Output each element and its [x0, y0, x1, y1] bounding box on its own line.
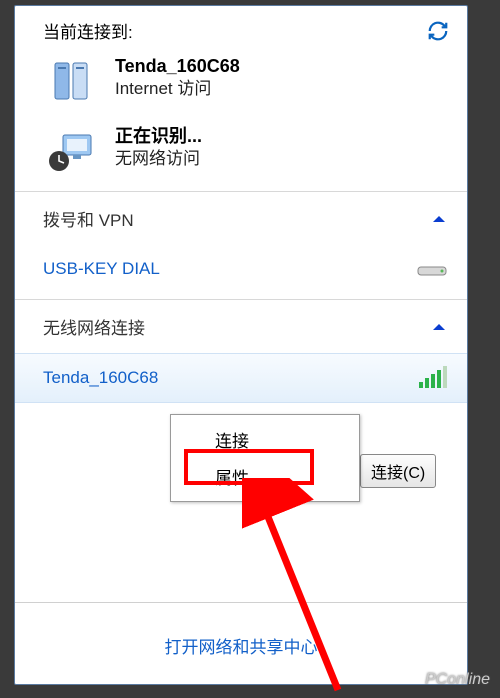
section-vpn[interactable]: 拨号和 VPN	[15, 192, 467, 245]
connection-status: Internet 访问	[115, 78, 240, 100]
ctx-item-properties[interactable]: 属性	[175, 458, 355, 495]
header: 当前连接到:	[15, 6, 467, 45]
chevron-up-icon	[431, 319, 447, 335]
modem-icon	[417, 261, 447, 277]
wifi-ssid: Tenda_160C68	[43, 368, 419, 388]
section-title: 无线网络连接	[43, 314, 145, 339]
connection-name: 正在识别...	[115, 125, 202, 148]
wifi-item[interactable]: Tenda_160C68	[15, 353, 467, 403]
server-icon	[45, 55, 101, 107]
network-unknown-icon	[45, 125, 101, 177]
connection-name: Tenda_160C68	[115, 55, 240, 78]
open-network-center-link[interactable]: 打开网络和共享中心	[165, 638, 318, 657]
section-wifi[interactable]: 无线网络连接	[15, 300, 467, 353]
connect-button[interactable]: 连接(C)	[360, 454, 436, 488]
connection-item[interactable]: Tenda_160C68 Internet 访问	[15, 45, 467, 115]
watermark: PConline	[425, 671, 490, 689]
header-title: 当前连接到:	[43, 18, 427, 43]
signal-icon	[419, 368, 447, 388]
chevron-up-icon	[431, 211, 447, 227]
vpn-item-label: USB-KEY DIAL	[43, 259, 160, 279]
context-menu: 连接 属性	[170, 414, 360, 502]
ctx-item-connect[interactable]: 连接	[175, 421, 355, 458]
connection-status: 无网络访问	[115, 148, 202, 170]
vpn-item[interactable]: USB-KEY DIAL	[15, 245, 467, 293]
footer: 打开网络和共享中心	[15, 602, 467, 684]
connection-item[interactable]: 正在识别... 无网络访问	[15, 115, 467, 185]
network-flyout: 当前连接到: Tenda_160C68 Internet 访问 正在识别... …	[14, 5, 468, 685]
refresh-icon[interactable]	[427, 20, 449, 42]
section-title: 拨号和 VPN	[43, 206, 134, 231]
